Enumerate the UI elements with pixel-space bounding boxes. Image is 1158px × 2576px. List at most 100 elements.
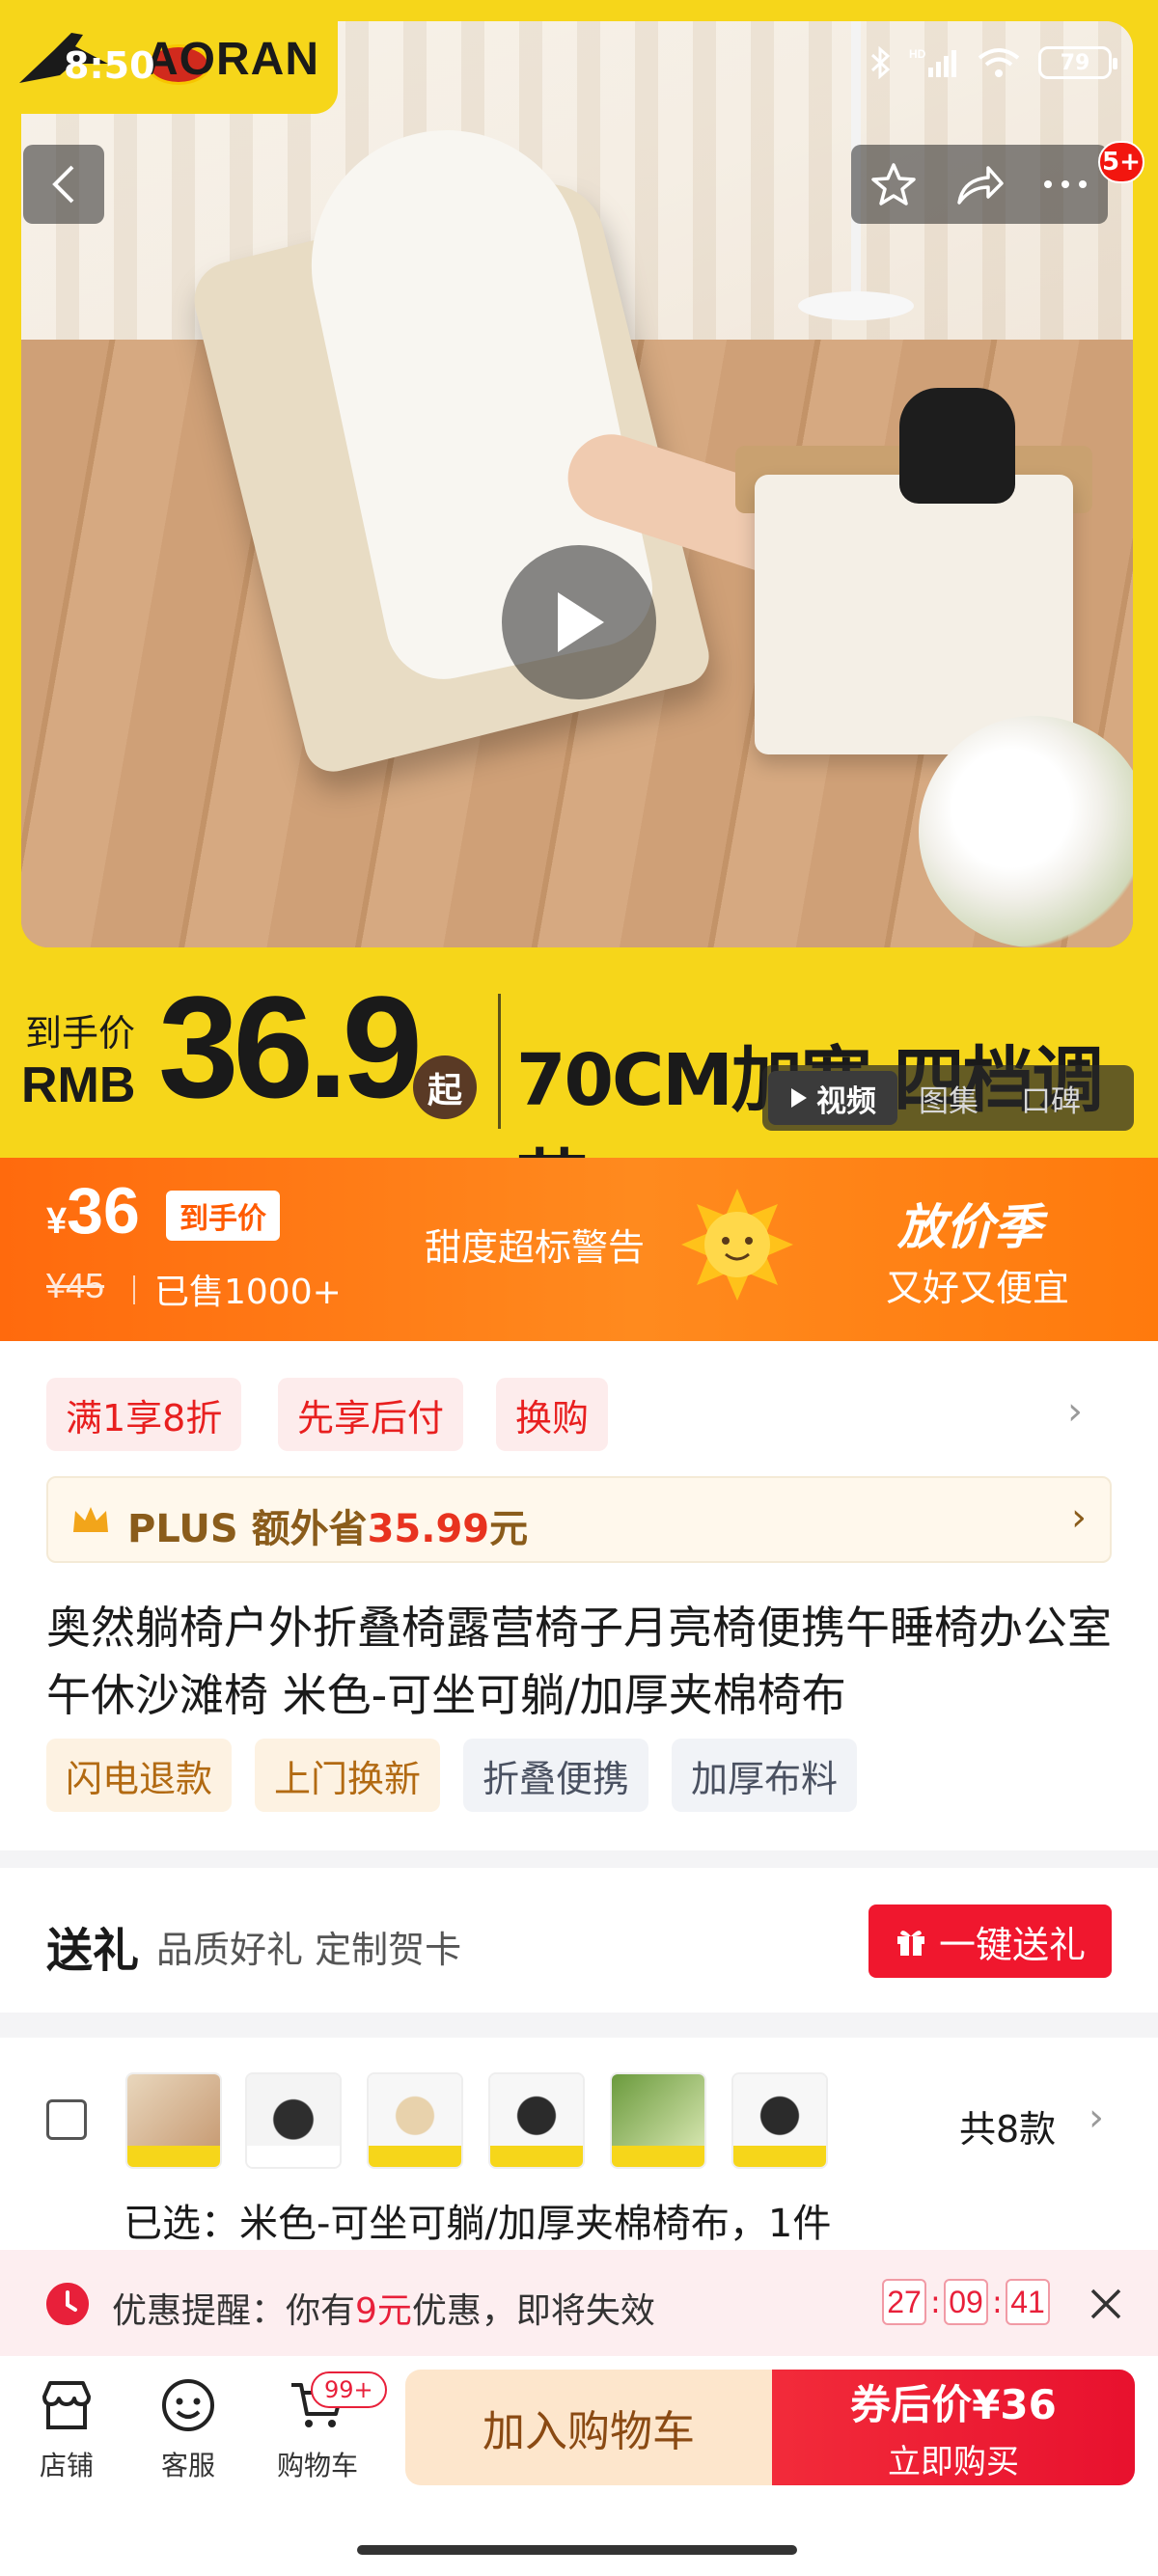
logo-text: AORAN — [145, 34, 319, 85]
timer-colon: : — [930, 2284, 941, 2320]
top-action-group — [851, 145, 1108, 224]
home-indicator[interactable] — [357, 2545, 797, 2555]
tab-reviews[interactable]: 口碑 — [1000, 1071, 1102, 1125]
selected-variant[interactable]: 已选：米色-可坐可躺/加厚夹棉椅布，1件 — [124, 2192, 831, 2248]
timer-minutes: 09 — [944, 2279, 988, 2325]
play-video-button[interactable] — [502, 545, 656, 699]
product-title: 奥然躺椅户外折叠椅露营椅子月亮椅便携午睡椅办公室午休沙滩椅 米色-可坐可躺/加厚… — [46, 1602, 1112, 1721]
shop-icon — [42, 2381, 91, 2429]
back-button[interactable] — [23, 145, 104, 224]
promo-event-title: 放价季 — [897, 1199, 1042, 1255]
play-icon — [558, 592, 604, 652]
variant-thumb[interactable] — [488, 2072, 585, 2169]
gift-title: 送礼 — [46, 1924, 140, 1978]
media-tab-bar: 视频 图集 口碑 — [762, 1065, 1134, 1131]
variant-thumb[interactable] — [610, 2072, 706, 2169]
tag-foldable: 折叠便携 — [463, 1739, 649, 1812]
buy-now-label: 立即购买 — [888, 2443, 1019, 2481]
brand-logo: AORAN — [0, 0, 338, 114]
nav-cart-label: 购物车 — [276, 2450, 358, 2481]
promo-separator — [133, 1275, 135, 1304]
bluetooth-icon — [870, 46, 891, 79]
countdown-timer: 27 : 09 : 41 — [882, 2279, 1050, 2325]
close-icon[interactable] — [1089, 2287, 1123, 2321]
promo-price-tag: 到手价 — [166, 1191, 280, 1241]
tag-home-exchange[interactable]: 上门换新 — [255, 1739, 441, 1812]
hero-divider — [498, 994, 501, 1129]
chevron-right-icon: › — [1089, 2096, 1104, 2140]
clock-icon — [46, 2283, 89, 2325]
more-icon[interactable] — [1042, 178, 1089, 190]
storage-box — [755, 475, 1073, 754]
star-favorite-icon[interactable] — [870, 161, 917, 207]
tag-thick-fabric: 加厚布料 — [672, 1739, 858, 1812]
message-badge: 5+ — [1098, 141, 1144, 183]
chevron-left-icon — [52, 165, 74, 204]
nav-service-label: 客服 — [160, 2450, 215, 2481]
tab-gallery[interactable]: 图集 — [897, 1071, 1000, 1125]
nav-shop[interactable]: 店铺 — [14, 2375, 120, 2483]
tab-video-label: 视频 — [816, 1083, 876, 1119]
reminder-prefix: 优惠提醒：你有 — [112, 2291, 356, 2331]
from-badge: 起 — [413, 1055, 477, 1119]
coupon-chip-trade-in[interactable]: 换购 — [496, 1378, 609, 1451]
selection-icon — [46, 2099, 87, 2140]
final-price-label: 到手价 — [25, 1012, 136, 1055]
lamp-base — [798, 291, 914, 320]
plus-prefix: PLUS 额外省 — [127, 1507, 368, 1551]
nav-shop-label: 店铺 — [39, 2450, 94, 2481]
gift-icon — [896, 1931, 924, 1956]
status-icons: HD 79 — [870, 46, 1117, 79]
tag-fast-refund[interactable]: 闪电退款 — [46, 1739, 233, 1812]
variant-thumb[interactable] — [125, 2072, 222, 2169]
variant-thumb[interactable] — [731, 2072, 828, 2169]
plus-savings-text: PLUS 额外省35.99元 — [127, 1497, 528, 1553]
share-icon[interactable] — [955, 162, 1004, 206]
kettle — [899, 388, 1015, 504]
coupon-chip-pay-later[interactable]: 先享后付 — [278, 1378, 464, 1451]
promo-price: ¥36 — [46, 1173, 140, 1248]
reminder-text: 优惠提醒：你有9元优惠，即将失效 — [112, 2283, 655, 2333]
promo-event-subtitle: 又好又便宜 — [886, 1267, 1070, 1309]
timer-hours: 27 — [882, 2279, 926, 2325]
signal-icon: HD — [909, 47, 956, 77]
send-gift-label: 一键送礼 — [938, 1923, 1086, 1966]
reminder-amount: 9元 — [355, 2291, 412, 2331]
variant-count[interactable]: 共8款 — [959, 2099, 1056, 2152]
plus-amount: 35.99 — [367, 1507, 490, 1551]
chevron-right-icon: › — [1071, 1495, 1087, 1540]
promo-price-value: 36 — [67, 1174, 140, 1247]
original-price: ¥45 — [46, 1266, 105, 1305]
status-time: 8:50 — [64, 44, 155, 87]
timer-seconds: 41 — [1006, 2279, 1050, 2325]
buy-now-price: 券后价¥36 — [850, 2381, 1057, 2428]
plus-suffix: 元 — [489, 1507, 529, 1551]
hero-price: 36.9 — [158, 966, 423, 1128]
wifi-icon — [978, 48, 1020, 77]
promo-tagline: 甜度超标警告 — [425, 1226, 646, 1269]
variant-thumb[interactable] — [367, 2072, 463, 2169]
plus-savings-bar[interactable]: PLUS 额外省35.99元 › — [46, 1476, 1112, 1563]
currency-label: RMB — [21, 1057, 136, 1113]
coupon-chip-discount[interactable]: 满1享8折 — [46, 1378, 242, 1451]
nav-service[interactable]: 客服 — [135, 2375, 241, 2483]
reminder-suffix: 优惠，即将失效 — [411, 2291, 655, 2331]
coupon-chevron-icon[interactable]: › — [1067, 1389, 1083, 1434]
svg-text:HD: HD — [909, 47, 926, 61]
crown-icon — [73, 1507, 108, 1532]
customer-service-icon — [162, 2379, 214, 2431]
send-gift-button[interactable]: 一键送礼 — [868, 1905, 1112, 1978]
gift-subtitle: 品质好礼 定制贺卡 — [156, 1929, 462, 1971]
promo-currency: ¥ — [46, 1201, 68, 1242]
cart-count-badge: 99+ — [311, 2371, 387, 2408]
sold-count: 已售1000+ — [154, 1273, 342, 1312]
tab-video[interactable]: 视频 — [768, 1071, 897, 1125]
timer-colon: : — [992, 2284, 1003, 2320]
buy-now-button[interactable]: 券后价¥36 立即购买 — [772, 2370, 1135, 2485]
sun-mascot-icon — [681, 1189, 793, 1301]
play-small-icon — [791, 1088, 807, 1108]
battery-indicator: 79 — [1038, 46, 1117, 79]
add-to-cart-button[interactable]: 加入购物车 — [405, 2370, 772, 2485]
variant-thumb[interactable] — [245, 2072, 342, 2169]
product-gallery[interactable]: AORAN 8:50 HD 79 5+ 到手价 RMB 36.9 起 70CM加… — [0, 0, 1158, 1225]
